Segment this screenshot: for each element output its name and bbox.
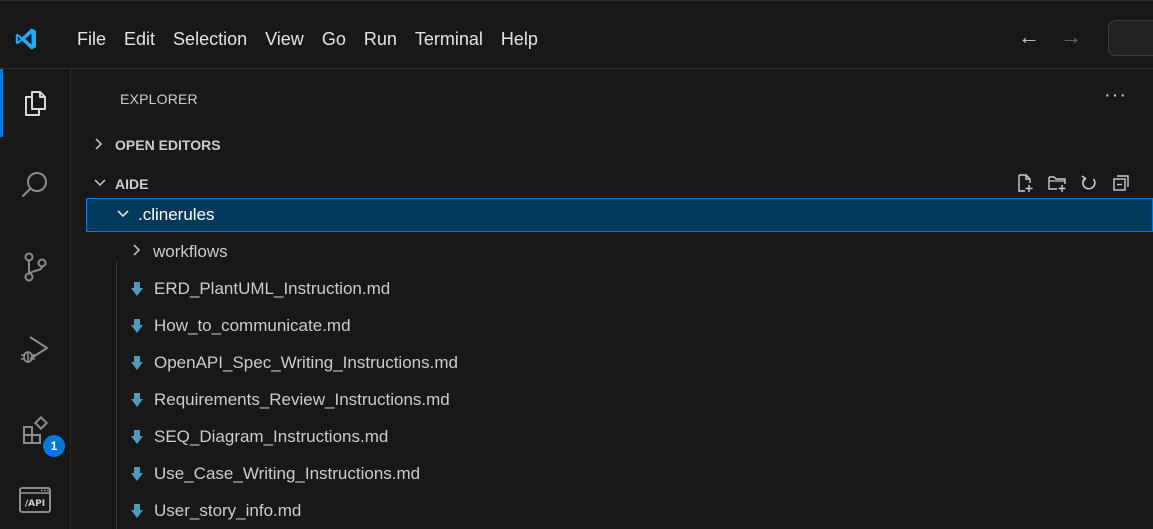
tree-file[interactable]: SEQ_Diagram_Instructions.md bbox=[86, 420, 1153, 454]
tree-file[interactable]: Use_Case_Writing_Instructions.md bbox=[86, 457, 1153, 491]
tree-file[interactable]: ERD_PlantUML_Instruction.md bbox=[86, 272, 1153, 306]
tree-folder-workflows[interactable]: workflows bbox=[86, 235, 1153, 269]
chevron-down-icon bbox=[93, 176, 109, 192]
menu-selection[interactable]: Selection bbox=[164, 25, 256, 53]
extensions-activity-button[interactable]: 1 bbox=[0, 397, 70, 465]
source-control-icon bbox=[24, 252, 47, 282]
refresh-icon bbox=[1081, 175, 1096, 190]
tree-file[interactable]: User_story_info.md bbox=[86, 494, 1153, 528]
search-icon bbox=[21, 172, 47, 198]
extensions-badge: 1 bbox=[43, 435, 65, 457]
folder-label: .clinerules bbox=[138, 205, 215, 224]
explorer-toolbar bbox=[1015, 173, 1131, 193]
go-forward-button[interactable]: → bbox=[1060, 25, 1082, 49]
api-activity-button[interactable]: /API bbox=[0, 466, 70, 529]
markdown-file-icon bbox=[131, 282, 143, 296]
menu-help[interactable]: Help bbox=[492, 25, 547, 53]
title-bar: File Edit Selection View Go Run Terminal… bbox=[0, 1, 1153, 69]
new-file-button[interactable] bbox=[1015, 173, 1035, 193]
tree-file[interactable]: Requirements_Review_Instructions.md bbox=[86, 383, 1153, 417]
file-label: User_story_info.md bbox=[154, 501, 302, 520]
command-center-search[interactable] bbox=[1108, 20, 1153, 56]
file-label: Requirements_Review_Instructions.md bbox=[154, 390, 450, 409]
subfolder-label: workflows bbox=[153, 242, 228, 261]
file-label: How_to_communicate.md bbox=[154, 316, 351, 335]
markdown-file-icon bbox=[131, 504, 143, 518]
file-label: SEQ_Diagram_Instructions.md bbox=[154, 427, 389, 446]
file-label: OpenAPI_Spec_Writing_Instructions.md bbox=[154, 353, 458, 372]
explorer-sidebar: EXPLORER ··· OPEN EDITORS AIDE .clinerul… bbox=[71, 69, 1153, 529]
menu-run[interactable]: Run bbox=[355, 25, 406, 53]
workspace-label: AIDE bbox=[115, 176, 149, 192]
open-editors-label: OPEN EDITORS bbox=[115, 137, 221, 153]
collapse-all-icon bbox=[1113, 175, 1129, 191]
menu-file[interactable]: File bbox=[68, 25, 115, 53]
vscode-logo-icon[interactable] bbox=[14, 27, 38, 51]
markdown-file-icon bbox=[131, 430, 143, 444]
search-activity-button[interactable] bbox=[0, 151, 70, 219]
menu-edit[interactable]: Edit bbox=[115, 25, 164, 53]
api-label: /API bbox=[25, 499, 45, 509]
file-label: ERD_PlantUML_Instruction.md bbox=[154, 279, 391, 298]
chevron-down-icon bbox=[116, 205, 132, 225]
new-file-icon bbox=[1018, 174, 1033, 192]
chevron-right-icon bbox=[93, 137, 109, 154]
refresh-button[interactable] bbox=[1079, 173, 1099, 193]
file-label: Use_Case_Writing_Instructions.md bbox=[154, 464, 421, 483]
menu-terminal[interactable]: Terminal bbox=[406, 25, 492, 53]
go-back-button[interactable]: ← bbox=[1018, 25, 1040, 49]
explorer-title: EXPLORER bbox=[120, 91, 198, 107]
menu-bar: File Edit Selection View Go Run Terminal… bbox=[68, 25, 547, 53]
more-actions-button[interactable]: ··· bbox=[1104, 84, 1127, 107]
new-folder-icon bbox=[1048, 176, 1066, 192]
tree-file[interactable]: OpenAPI_Spec_Writing_Instructions.md bbox=[86, 346, 1153, 380]
tree-file[interactable]: How_to_communicate.md bbox=[86, 309, 1153, 343]
markdown-file-icon bbox=[131, 467, 143, 481]
open-editors-section[interactable]: OPEN EDITORS bbox=[93, 130, 221, 160]
activity-bar: 1 /API bbox=[0, 69, 71, 529]
explorer-activity-button[interactable] bbox=[0, 69, 70, 137]
files-icon bbox=[25, 91, 46, 116]
menu-go[interactable]: Go bbox=[313, 25, 355, 53]
source-control-activity-button[interactable] bbox=[0, 233, 70, 301]
markdown-file-icon bbox=[131, 319, 143, 333]
workspace-section[interactable]: AIDE bbox=[93, 169, 148, 199]
markdown-file-icon bbox=[131, 393, 143, 407]
run-debug-icon bbox=[21, 336, 48, 363]
tree-folder-clinerules[interactable]: .clinerules bbox=[86, 198, 1153, 232]
vscode-window: File Edit Selection View Go Run Terminal… bbox=[0, 0, 1153, 529]
chevron-right-icon bbox=[131, 242, 147, 262]
collapse-all-button[interactable] bbox=[1111, 173, 1131, 193]
new-folder-button[interactable] bbox=[1047, 173, 1067, 193]
menu-view[interactable]: View bbox=[256, 25, 313, 53]
markdown-file-icon bbox=[131, 356, 143, 370]
api-icon: /API bbox=[19, 487, 51, 513]
run-debug-activity-button[interactable] bbox=[0, 315, 70, 383]
